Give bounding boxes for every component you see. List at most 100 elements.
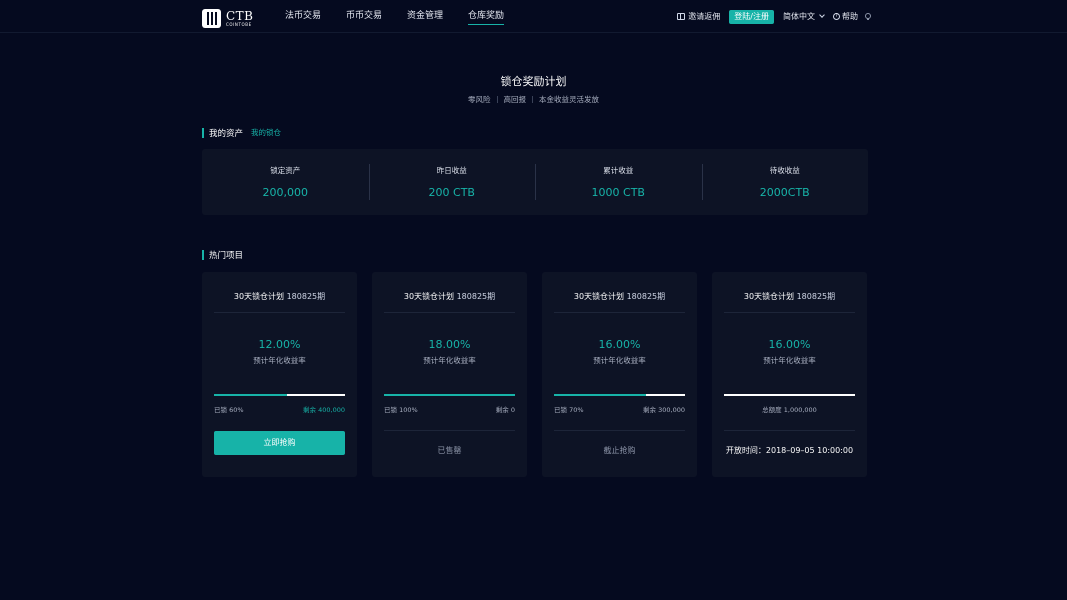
chevron-down-icon bbox=[819, 12, 825, 18]
asset-label: 昨日收益 bbox=[436, 166, 467, 175]
divider bbox=[724, 430, 855, 431]
nav-item-coin-trade[interactable]: 币币交易 bbox=[346, 0, 382, 33]
main-nav: 法币交易 币币交易 资金管理 仓库奖励 bbox=[285, 0, 529, 33]
progress-bar-fill bbox=[384, 394, 515, 396]
open-time-label: 开放时间：2018–09–05 10:00:00 bbox=[725, 446, 854, 455]
my-lock-link[interactable]: 我的锁仓 bbox=[251, 127, 281, 138]
page-title: 锁仓奖励计划 bbox=[500, 75, 567, 88]
card-rate-label: 预计年化收益率 bbox=[593, 356, 646, 365]
asset-value: 200 CTB bbox=[428, 186, 475, 199]
project-cards: 30天锁仓计划 180825期 12.00% 预计年化收益率 已锁 60% 剩余… bbox=[202, 272, 868, 477]
divider bbox=[384, 312, 515, 313]
lightbulb-icon[interactable] bbox=[865, 12, 871, 21]
remaining-label: 剩余 400,000 bbox=[303, 406, 345, 414]
remaining-label: 剩余 0 bbox=[495, 406, 515, 414]
divider bbox=[384, 430, 515, 431]
nav-item-fiat-trade[interactable]: 法币交易 bbox=[285, 0, 321, 33]
card-rate-label: 预计年化收益率 bbox=[253, 356, 306, 365]
header-actions: 邀请返佣 登陆/注册 简体中文 ? 帮助 bbox=[677, 0, 871, 33]
hero-tags: 零风险 高回报 本金收益灵活发放 bbox=[0, 94, 1067, 105]
card-title: 30天锁仓计划 180825期 bbox=[554, 291, 685, 302]
sold-label: 已锁 100% bbox=[384, 406, 418, 414]
invite-label: 邀请返佣 bbox=[688, 12, 721, 21]
assets-section-header: 我的资产 我的锁仓 bbox=[202, 127, 281, 139]
top-header: CTB COINTOBE 法币交易 币币交易 资金管理 仓库奖励 邀请返佣 登陆… bbox=[0, 0, 1067, 33]
card-title: 30天锁仓计划 180825期 bbox=[724, 291, 855, 302]
project-card: 30天锁仓计划 180825期 18.00% 预计年化收益率 已锁 100% 剩… bbox=[372, 272, 527, 477]
projects-section-header: 热门项目 bbox=[202, 249, 244, 261]
progress-stats: 已锁 70% 剩余 300,000 bbox=[554, 404, 685, 414]
asset-item: 待收收益 2000CTB bbox=[701, 149, 869, 215]
asset-value: 200,000 bbox=[262, 186, 309, 199]
tag-divider bbox=[532, 96, 533, 103]
logo-subtitle: COINTOBE bbox=[226, 21, 252, 27]
asset-item: 锁定资产 200,000 bbox=[202, 149, 369, 215]
card-title-text: 30天锁仓计划 bbox=[403, 292, 455, 301]
asset-item: 累计收益 1000 CTB bbox=[535, 149, 702, 215]
asset-label: 锁定资产 bbox=[270, 166, 301, 175]
nav-item-lock-reward[interactable]: 仓库奖励 bbox=[468, 0, 505, 33]
progress-bar bbox=[554, 394, 685, 396]
card-rate: 16.00% bbox=[598, 338, 641, 351]
card-title-text: 30天锁仓计划 bbox=[233, 292, 285, 301]
progress-bar bbox=[214, 394, 345, 396]
card-rate: 18.00% bbox=[428, 338, 471, 351]
progress-bar bbox=[384, 394, 515, 396]
project-card: 30天锁仓计划 180825期 16.00% 预计年化收益率 总额度 1,000… bbox=[712, 272, 867, 477]
card-rate: 16.00% bbox=[768, 338, 811, 351]
projects-section-title: 热门项目 bbox=[209, 250, 244, 261]
divider bbox=[554, 430, 685, 431]
asset-value: 1000 CTB bbox=[591, 186, 645, 199]
sold-out-status: 已售罄 bbox=[437, 446, 462, 455]
divider bbox=[554, 312, 685, 313]
progress-stats: 已锁 100% 剩余 0 bbox=[384, 404, 515, 414]
card-title: 30天锁仓计划 180825期 bbox=[214, 291, 345, 302]
closed-status: 截止抢购 bbox=[603, 446, 636, 455]
buy-now-button[interactable]: 立即抢购 bbox=[214, 431, 345, 455]
language-select[interactable]: 简体中文 bbox=[783, 11, 825, 22]
hero-tag: 零风险 bbox=[468, 95, 491, 104]
card-rate: 12.00% bbox=[258, 338, 301, 351]
help-label: 帮助 bbox=[842, 12, 858, 21]
hero-tag: 高回报 bbox=[503, 95, 527, 104]
card-title-text: 30天锁仓计划 bbox=[743, 292, 795, 301]
card-title: 30天锁仓计划 180825期 bbox=[384, 291, 515, 302]
hero-tag: 本金收益灵活发放 bbox=[539, 95, 599, 104]
card-rate-label: 预计年化收益率 bbox=[763, 356, 816, 365]
card-title-text: 30天锁仓计划 bbox=[573, 292, 625, 301]
progress-bar bbox=[724, 394, 855, 396]
tag-divider bbox=[496, 96, 498, 103]
card-period: 180825期 bbox=[286, 292, 326, 301]
section-accent-bar bbox=[202, 127, 204, 138]
card-period: 180825期 bbox=[796, 292, 836, 301]
logo[interactable]: CTB COINTOBE bbox=[202, 8, 254, 28]
sold-label: 已锁 60% bbox=[214, 406, 244, 414]
card-period: 180825期 bbox=[626, 292, 666, 301]
help-icon: ? bbox=[833, 13, 840, 20]
progress-bar-fill bbox=[214, 394, 288, 396]
ctb-logo-icon bbox=[202, 8, 221, 28]
assets-panel: 锁定资产 200,000 昨日收益 200 CTB 累计收益 1000 CTB … bbox=[202, 149, 868, 215]
invite-link[interactable]: 邀请返佣 bbox=[677, 11, 720, 22]
asset-value: 2000CTB bbox=[759, 186, 810, 199]
logo-title: CTB bbox=[226, 8, 254, 23]
project-card: 30天锁仓计划 180825期 16.00% 预计年化收益率 已锁 70% 剩余… bbox=[542, 272, 697, 477]
gift-icon bbox=[677, 13, 686, 20]
nav-item-funds[interactable]: 资金管理 bbox=[407, 0, 443, 33]
help-link[interactable]: ? 帮助 bbox=[833, 11, 858, 22]
card-rate-label: 预计年化收益率 bbox=[423, 356, 476, 365]
divider bbox=[724, 312, 855, 313]
project-card: 30天锁仓计划 180825期 12.00% 预计年化收益率 已锁 60% 剩余… bbox=[202, 272, 357, 477]
progress-stats: 已锁 60% 剩余 400,000 bbox=[214, 404, 345, 414]
progress-stats: 总额度 1,000,000 bbox=[724, 404, 855, 414]
logo-text: CTB COINTOBE bbox=[226, 10, 254, 27]
login-register-button[interactable]: 登陆/注册 bbox=[729, 9, 774, 24]
asset-label: 累计收益 bbox=[603, 166, 634, 175]
progress-bar-fill bbox=[554, 394, 646, 396]
assets-section-title: 我的资产 bbox=[209, 128, 244, 139]
card-period: 180825期 bbox=[456, 292, 496, 301]
total-quota-label: 总额度 1,000,000 bbox=[762, 406, 817, 414]
asset-item: 昨日收益 200 CTB bbox=[368, 149, 536, 215]
asset-label: 待收收益 bbox=[769, 166, 800, 175]
remaining-label: 剩余 300,000 bbox=[643, 406, 685, 414]
